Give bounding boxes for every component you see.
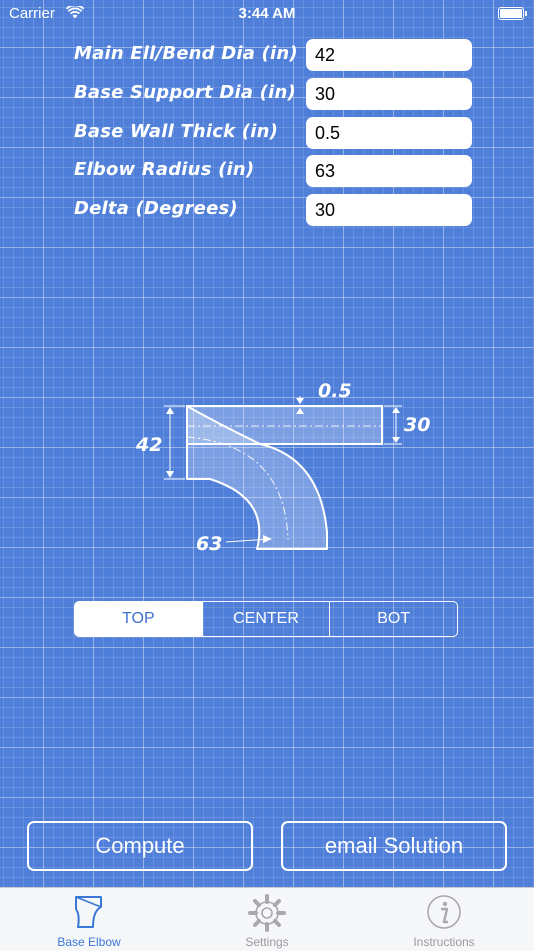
tab-bar: Base Elbow Settings Instructions [0, 887, 534, 951]
tab-settings-label: Settings [245, 935, 289, 949]
base-dia-input[interactable] [306, 78, 472, 110]
main-dia-label: Main Ell/Bend Dia (in) [74, 43, 298, 64]
field-wall-thick: Base Wall Thick (in) [74, 117, 474, 149]
main-dia-input[interactable] [306, 39, 472, 71]
email-solution-button[interactable]: email Solution [281, 821, 507, 871]
info-icon [427, 895, 461, 929]
elbow-radius-label: Elbow Radius (in) [74, 159, 255, 180]
base-dia-dimension: 30 [404, 414, 430, 436]
base-dia-label: Base Support Dia (in) [74, 82, 296, 103]
segment-bot[interactable]: BOT [329, 602, 457, 636]
tab-instructions-label: Instructions [413, 935, 475, 949]
field-elbow-radius: Elbow Radius (in) [74, 155, 474, 187]
wall-thick-dimension: 0.5 [318, 380, 352, 402]
compute-button[interactable]: Compute [27, 821, 253, 871]
tab-settings[interactable]: Settings [192, 888, 342, 951]
field-delta: Delta (Degrees) [74, 194, 474, 226]
elbow-diagram: 0.5 30 42 63 [135, 380, 430, 555]
main-dia-dimension: 42 [135, 434, 162, 456]
segment-center[interactable]: CENTER [201, 602, 330, 636]
elbow-radius-dimension: 63 [196, 533, 222, 555]
gear-icon [248, 894, 286, 932]
clock: 3:44 AM [238, 5, 296, 22]
elbow-radius-input[interactable] [306, 155, 472, 187]
battery-icon [498, 7, 527, 20]
field-base-dia: Base Support Dia (in) [74, 78, 474, 110]
wall-thick-input[interactable] [306, 117, 472, 149]
tab-instructions[interactable]: Instructions [369, 888, 519, 951]
wall-thick-label: Base Wall Thick (in) [74, 121, 279, 142]
delta-label: Delta (Degrees) [74, 198, 238, 219]
elbow-icon [75, 896, 102, 928]
tab-base-elbow-label: Base Elbow [57, 935, 121, 949]
segment-top[interactable]: TOP [75, 602, 202, 636]
position-selector: TOP CENTER BOT [74, 601, 458, 637]
status-bar: Carrier 3:44 AM [0, 0, 534, 28]
tab-base-elbow[interactable]: Base Elbow [14, 888, 164, 951]
field-main-dia: Main Ell/Bend Dia (in) [74, 39, 474, 71]
delta-input[interactable] [306, 194, 472, 226]
